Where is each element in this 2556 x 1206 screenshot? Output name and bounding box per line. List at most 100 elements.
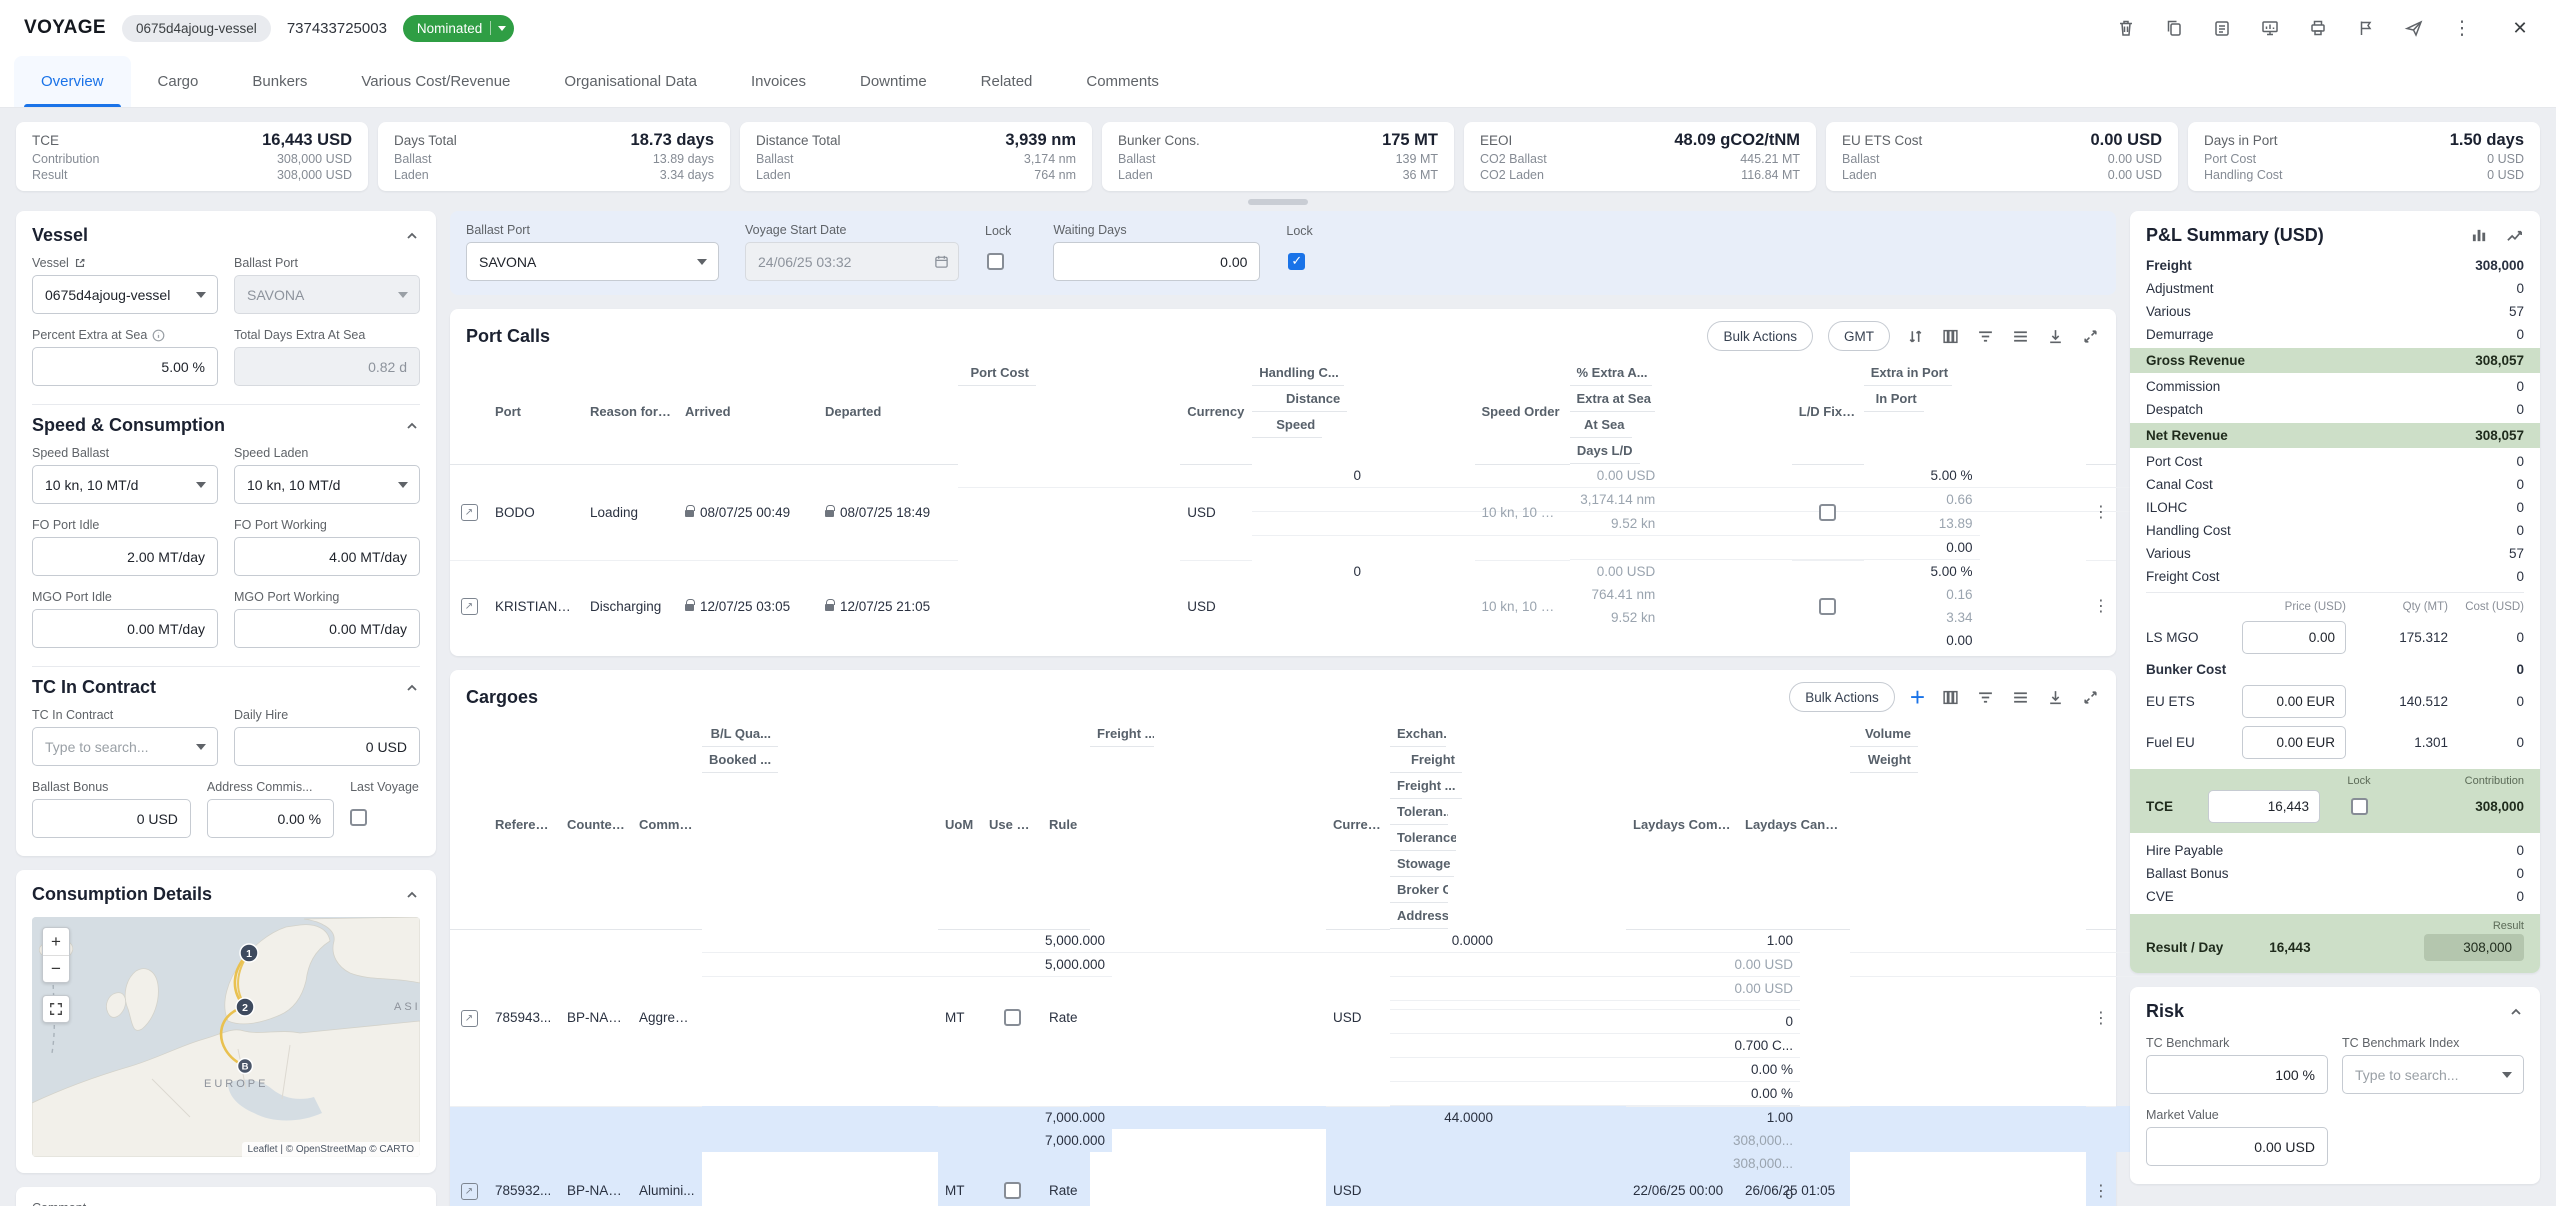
more-options-icon[interactable]: ⋮ bbox=[2450, 16, 2474, 40]
filter-icon[interactable] bbox=[1975, 687, 1995, 707]
column-header-freight[interactable]: Freight ... bbox=[1090, 721, 1154, 747]
collapse-expand-icon[interactable] bbox=[2080, 687, 2100, 707]
line-chart-icon[interactable] bbox=[2504, 226, 2524, 246]
open-record-icon[interactable]: ↗ bbox=[461, 1010, 478, 1027]
column-header-in-port[interactable]: In Port bbox=[1864, 386, 1924, 412]
column-header-rule[interactable]: Rule bbox=[1042, 721, 1090, 929]
collapse-expand-icon[interactable] bbox=[2080, 326, 2100, 346]
row-menu-icon[interactable]: ⋮ bbox=[2093, 598, 2109, 615]
map-marker-ballast[interactable]: B bbox=[242, 1062, 249, 1073]
column-header-broker-c[interactable]: Broker C... bbox=[1390, 877, 1448, 903]
vessel-select[interactable]: 0675d4ajoug-vessel bbox=[32, 275, 218, 314]
row-menu-icon[interactable]: ⋮ bbox=[2093, 1010, 2109, 1027]
column-header-arrived[interactable]: Arrived bbox=[678, 360, 818, 464]
column-header-freight[interactable]: Freight ... bbox=[1390, 773, 1462, 799]
column-header-l-d-fixed[interactable]: L/D Fixed bbox=[1792, 360, 1864, 464]
column-header-laydays-cancelling[interactable]: Laydays Cancelling bbox=[1738, 721, 1850, 929]
column-header-speed-order[interactable]: Speed Order bbox=[1475, 360, 1570, 464]
tce-lock-checkbox[interactable] bbox=[2351, 798, 2368, 815]
density-icon[interactable] bbox=[2010, 687, 2030, 707]
column-header-port[interactable]: Port bbox=[488, 360, 583, 464]
collapse-vessel-icon[interactable] bbox=[404, 228, 420, 244]
zoom-out-button[interactable]: − bbox=[43, 955, 69, 982]
bar-chart-icon[interactable] bbox=[2469, 226, 2489, 246]
ls-mgo-price-input[interactable]: 0.00 bbox=[2242, 621, 2346, 654]
collapse-risk-icon[interactable] bbox=[2508, 1004, 2524, 1020]
speed-ballast-select[interactable]: 10 kn, 10 MT/d bbox=[32, 465, 218, 504]
flag-icon[interactable] bbox=[2354, 16, 2378, 40]
checkbox[interactable] bbox=[1004, 1009, 1021, 1026]
column-header-extra-a[interactable]: % Extra A... bbox=[1570, 360, 1652, 386]
open-record-icon[interactable]: ↗ bbox=[461, 598, 478, 615]
bulk-actions-button[interactable]: Bulk Actions bbox=[1707, 321, 1813, 351]
table-row[interactable]: ↗785943...BP-NAM...Aggrega...5,000.0005,… bbox=[450, 929, 2116, 1106]
column-header-address[interactable]: Address... bbox=[1390, 903, 1448, 929]
mgo-port-idle-input[interactable]: 0.00 MT/day bbox=[32, 609, 218, 648]
column-header-extra-at-sea[interactable]: Extra at Sea bbox=[1570, 386, 1655, 412]
eu-ets-price-input[interactable]: 0.00 EUR bbox=[2242, 685, 2346, 718]
column-header-uom[interactable]: UoM bbox=[938, 721, 982, 929]
checkbox[interactable] bbox=[1819, 504, 1836, 521]
copy-icon[interactable] bbox=[2162, 16, 2186, 40]
add-cargo-button[interactable]: + bbox=[1910, 687, 1925, 707]
open-record-icon[interactable]: ↗ bbox=[461, 1183, 478, 1200]
tc-benchmark-index-search[interactable]: Type to search... bbox=[2342, 1055, 2524, 1094]
column-header-referen[interactable]: Referen... bbox=[488, 721, 560, 929]
download-icon[interactable] bbox=[2045, 687, 2065, 707]
columns-icon[interactable] bbox=[1940, 687, 1960, 707]
column-header-distance[interactable]: Distance bbox=[1252, 386, 1347, 412]
fo-port-working-input[interactable]: 4.00 MT/day bbox=[234, 537, 420, 576]
tab-cargo[interactable]: Cargo bbox=[131, 56, 226, 107]
column-header-volume[interactable]: Volume bbox=[1850, 721, 1918, 747]
checkbox[interactable] bbox=[1819, 598, 1836, 615]
column-header-extra-in-port[interactable]: Extra in Port bbox=[1864, 360, 1952, 386]
print-icon[interactable] bbox=[2306, 16, 2330, 40]
map-fullscreen-button[interactable] bbox=[42, 995, 70, 1023]
fuel-eu-price-input[interactable]: 0.00 EUR bbox=[2242, 726, 2346, 759]
column-header-laydays-commence[interactable]: Laydays Commence bbox=[1626, 721, 1738, 929]
column-header-speed[interactable]: Speed bbox=[1252, 412, 1322, 438]
external-link-icon[interactable] bbox=[74, 257, 86, 269]
column-header-stowage[interactable]: Stowage bbox=[1390, 851, 1454, 877]
column-header-counter[interactable]: Counter... bbox=[560, 721, 632, 929]
address-commission-input[interactable]: 0.00 % bbox=[207, 799, 334, 838]
column-header-handling-c[interactable]: Handling C... bbox=[1252, 360, 1344, 386]
column-header-b-l-qua[interactable]: B/L Qua... bbox=[702, 721, 778, 747]
column-header-reason-for[interactable]: Reason for ... bbox=[583, 360, 678, 464]
open-record-icon[interactable]: ↗ bbox=[461, 504, 478, 521]
map-attribution[interactable]: Leaflet | © OpenStreetMap © CARTO bbox=[242, 1142, 420, 1157]
tab-overview[interactable]: Overview bbox=[14, 56, 131, 107]
route-map[interactable]: EUROPE ASIA 1 2 B + − Leaflet | © OpenSt… bbox=[32, 917, 420, 1157]
column-header-use-ma[interactable]: Use Ma... bbox=[982, 721, 1042, 929]
collapse-consumption-icon[interactable] bbox=[404, 887, 420, 903]
column-header-days-l-d[interactable]: Days L/D bbox=[1570, 438, 1640, 464]
collapse-tc-icon[interactable] bbox=[404, 680, 420, 696]
mgo-port-working-input[interactable]: 0.00 MT/day bbox=[234, 609, 420, 648]
tab-comments[interactable]: Comments bbox=[1059, 56, 1186, 107]
send-icon[interactable] bbox=[2402, 16, 2426, 40]
daily-hire-input[interactable]: 0 USD bbox=[234, 727, 420, 766]
market-value-input[interactable]: 0.00 USD bbox=[2146, 1127, 2328, 1166]
column-header-currency[interactable]: Currency bbox=[1326, 721, 1390, 929]
column-header-weight[interactable]: Weight bbox=[1850, 747, 1918, 773]
density-icon[interactable] bbox=[2010, 326, 2030, 346]
collapse-speed-icon[interactable] bbox=[404, 418, 420, 434]
columns-icon[interactable] bbox=[1940, 326, 1960, 346]
duplicate-icon[interactable] bbox=[2210, 16, 2234, 40]
tc-contract-search[interactable]: Type to search... bbox=[32, 727, 218, 766]
waiting-days-lock-checkbox[interactable] bbox=[1288, 253, 1305, 270]
ballast-bonus-input[interactable]: 0 USD bbox=[32, 799, 191, 838]
table-row[interactable]: ↗KRISTIANS...Discharging12/07/25 03:0512… bbox=[450, 560, 2116, 652]
delete-icon[interactable] bbox=[2114, 16, 2138, 40]
column-header-commo[interactable]: Commo... bbox=[632, 721, 702, 929]
info-icon[interactable] bbox=[152, 329, 165, 342]
map-marker-1[interactable]: 1 bbox=[246, 948, 252, 960]
speed-laden-select[interactable]: 10 kn, 10 MT/d bbox=[234, 465, 420, 504]
bulk-actions-button[interactable]: Bulk Actions bbox=[1789, 682, 1895, 712]
checkbox[interactable] bbox=[1004, 1182, 1021, 1199]
close-icon[interactable]: ✕ bbox=[2508, 16, 2532, 40]
zoom-in-button[interactable]: + bbox=[43, 928, 69, 955]
map-marker-2[interactable]: 2 bbox=[242, 1002, 248, 1014]
column-header-tolerance[interactable]: Tolerance bbox=[1390, 825, 1456, 851]
tab-downtime[interactable]: Downtime bbox=[833, 56, 954, 107]
